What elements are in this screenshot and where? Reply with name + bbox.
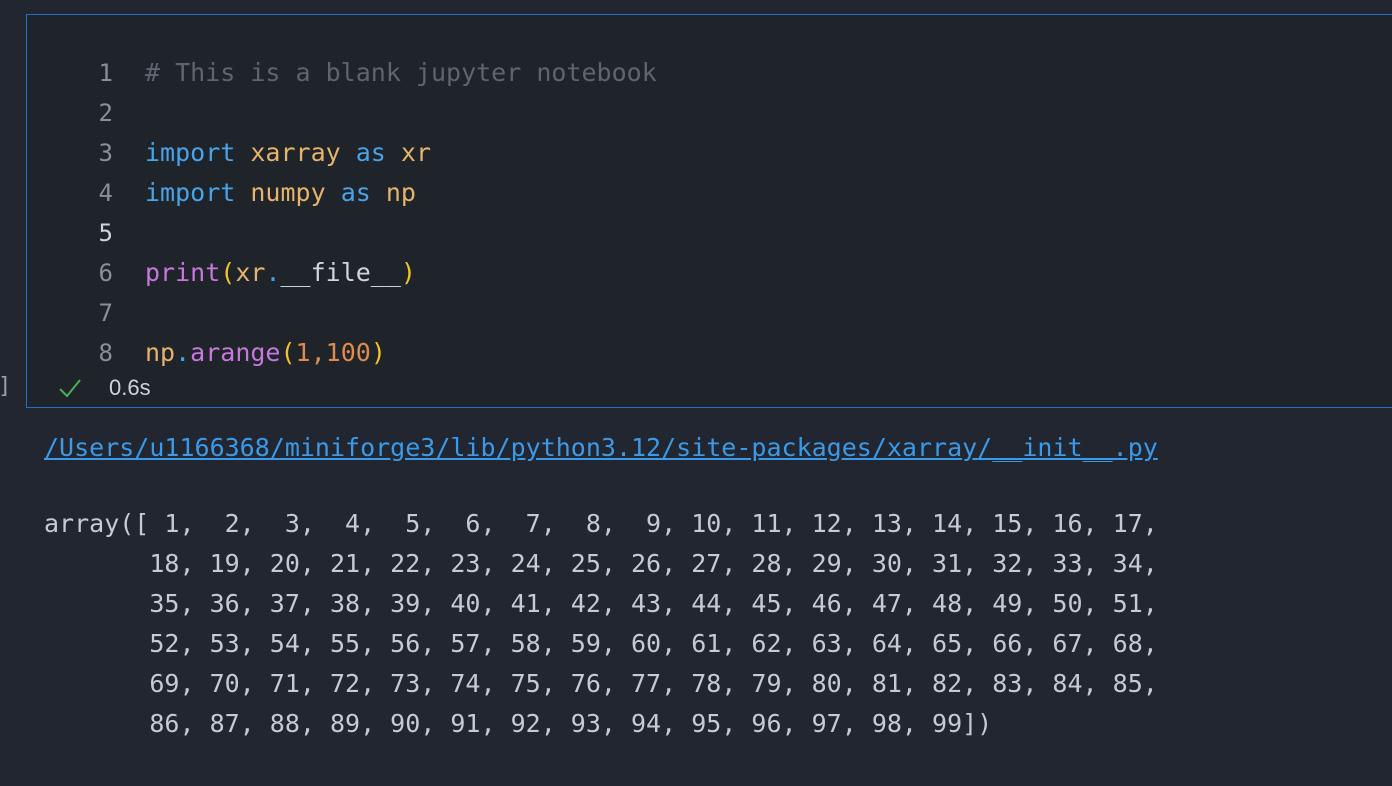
line-number: 6	[98, 259, 113, 287]
line-number: 7	[98, 299, 113, 327]
code-token: arange	[190, 338, 281, 367]
code-token: import	[145, 138, 236, 167]
code-token: 1	[295, 338, 311, 367]
code-token: __file__	[280, 258, 401, 287]
code-cell-editor[interactable]: 1 # This is a blank jupyter notebook 2 3 imp…	[26, 14, 1392, 408]
code-token: as	[340, 178, 371, 207]
code-token: (	[220, 258, 236, 287]
code-token: (	[280, 338, 296, 367]
execution-status: 0.6s	[57, 371, 151, 405]
code-token: numpy	[250, 178, 326, 207]
code-line[interactable]: 7	[27, 293, 1392, 333]
line-number: 1	[98, 59, 113, 87]
code-token: )	[400, 258, 416, 287]
code-token: 100	[325, 338, 371, 367]
line-number: 3	[98, 139, 113, 167]
code-token: xarray	[250, 138, 341, 167]
code-token: as	[355, 138, 386, 167]
line-code[interactable]: import numpy as np	[145, 173, 416, 213]
code-token: import	[145, 178, 236, 207]
code-token: .	[175, 338, 191, 367]
cell-output: /Users/u1166368/miniforge3/lib/python3.1…	[44, 428, 1344, 744]
output-array-text: array([ 1, 2, 3, 4, 5, 6, 7, 8, 9, 10, 1…	[44, 509, 1158, 738]
code-lines[interactable]: 1 # This is a blank jupyter notebook 2 3 imp…	[27, 53, 1392, 373]
code-line[interactable]: 4 import numpy as np	[27, 173, 1392, 213]
code-token: xr	[235, 258, 266, 287]
code-token: xr	[400, 138, 432, 167]
output-file-path-link[interactable]: /Users/u1166368/miniforge3/lib/python3.1…	[44, 428, 1158, 468]
code-token: )	[370, 338, 386, 367]
code-line[interactable]: 1 # This is a blank jupyter notebook	[27, 53, 1392, 93]
line-code[interactable]: print(xr.__file__)	[145, 253, 416, 293]
code-token: ,	[310, 338, 326, 367]
code-token: np	[145, 338, 176, 367]
code-line[interactable]: 2	[27, 93, 1392, 133]
execution-time: 0.6s	[109, 375, 151, 400]
code-line[interactable]: 5	[27, 213, 1392, 253]
line-code[interactable]: import xarray as xr	[145, 133, 431, 173]
check-icon	[59, 379, 81, 398]
code-line[interactable]: 8 np.arange(1,100)	[27, 333, 1392, 373]
cell-execution-bracket: ]	[0, 372, 11, 402]
code-line[interactable]: 3 import xarray as xr	[27, 133, 1392, 173]
line-number: 2	[98, 99, 113, 127]
line-code[interactable]: # This is a blank jupyter notebook	[145, 53, 657, 93]
code-token: print	[145, 258, 221, 287]
line-number: 8	[98, 339, 113, 367]
code-line[interactable]: 6 print(xr.__file__)	[27, 253, 1392, 293]
line-number: 5	[98, 219, 113, 247]
code-token: # This is a blank jupyter notebook	[145, 58, 657, 87]
line-code[interactable]: np.arange(1,100)	[145, 333, 386, 373]
code-token: .	[265, 258, 281, 287]
line-number: 4	[98, 179, 113, 207]
code-token: np	[385, 178, 416, 207]
